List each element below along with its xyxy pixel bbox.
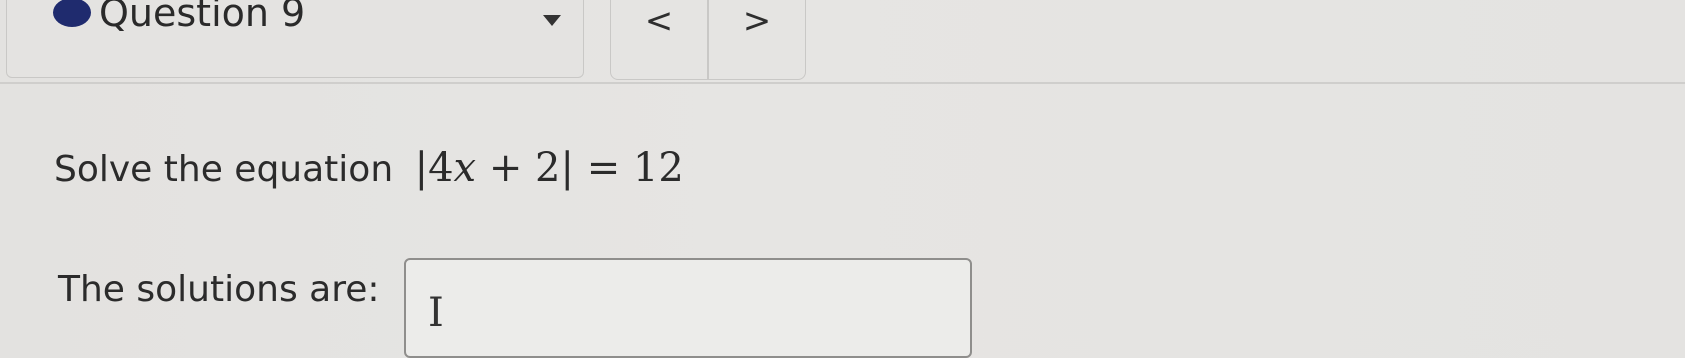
abs-close: | (560, 145, 574, 191)
abs-open: | (414, 145, 429, 191)
answer-label: The solutions are: (58, 269, 380, 310)
previous-question-button[interactable]: < (611, 0, 707, 79)
coefficient: 4 (428, 145, 454, 191)
operator: + (488, 145, 523, 191)
question-label: Question 9 (99, 0, 306, 35)
question-status-dot (53, 0, 91, 27)
text-cursor-icon: I (428, 290, 444, 336)
next-question-button[interactable]: > (709, 0, 805, 79)
caret-down-icon[interactable] (543, 15, 561, 26)
prompt-text: Solve the equation (54, 149, 394, 190)
question-prompt: Solve the equation |4x + 2| = 12 (54, 138, 684, 200)
header-divider (0, 82, 1685, 84)
answer-input[interactable]: I (404, 258, 972, 358)
variable: x (453, 145, 477, 191)
constant: 2 (535, 145, 561, 191)
rhs-value: 12 (632, 145, 684, 191)
equation: |4x + 2| = 12 (415, 145, 684, 191)
question-selector[interactable]: Question 9 (6, 0, 584, 78)
question-nav: < > (610, 0, 806, 80)
equals-sign: = (586, 145, 621, 191)
